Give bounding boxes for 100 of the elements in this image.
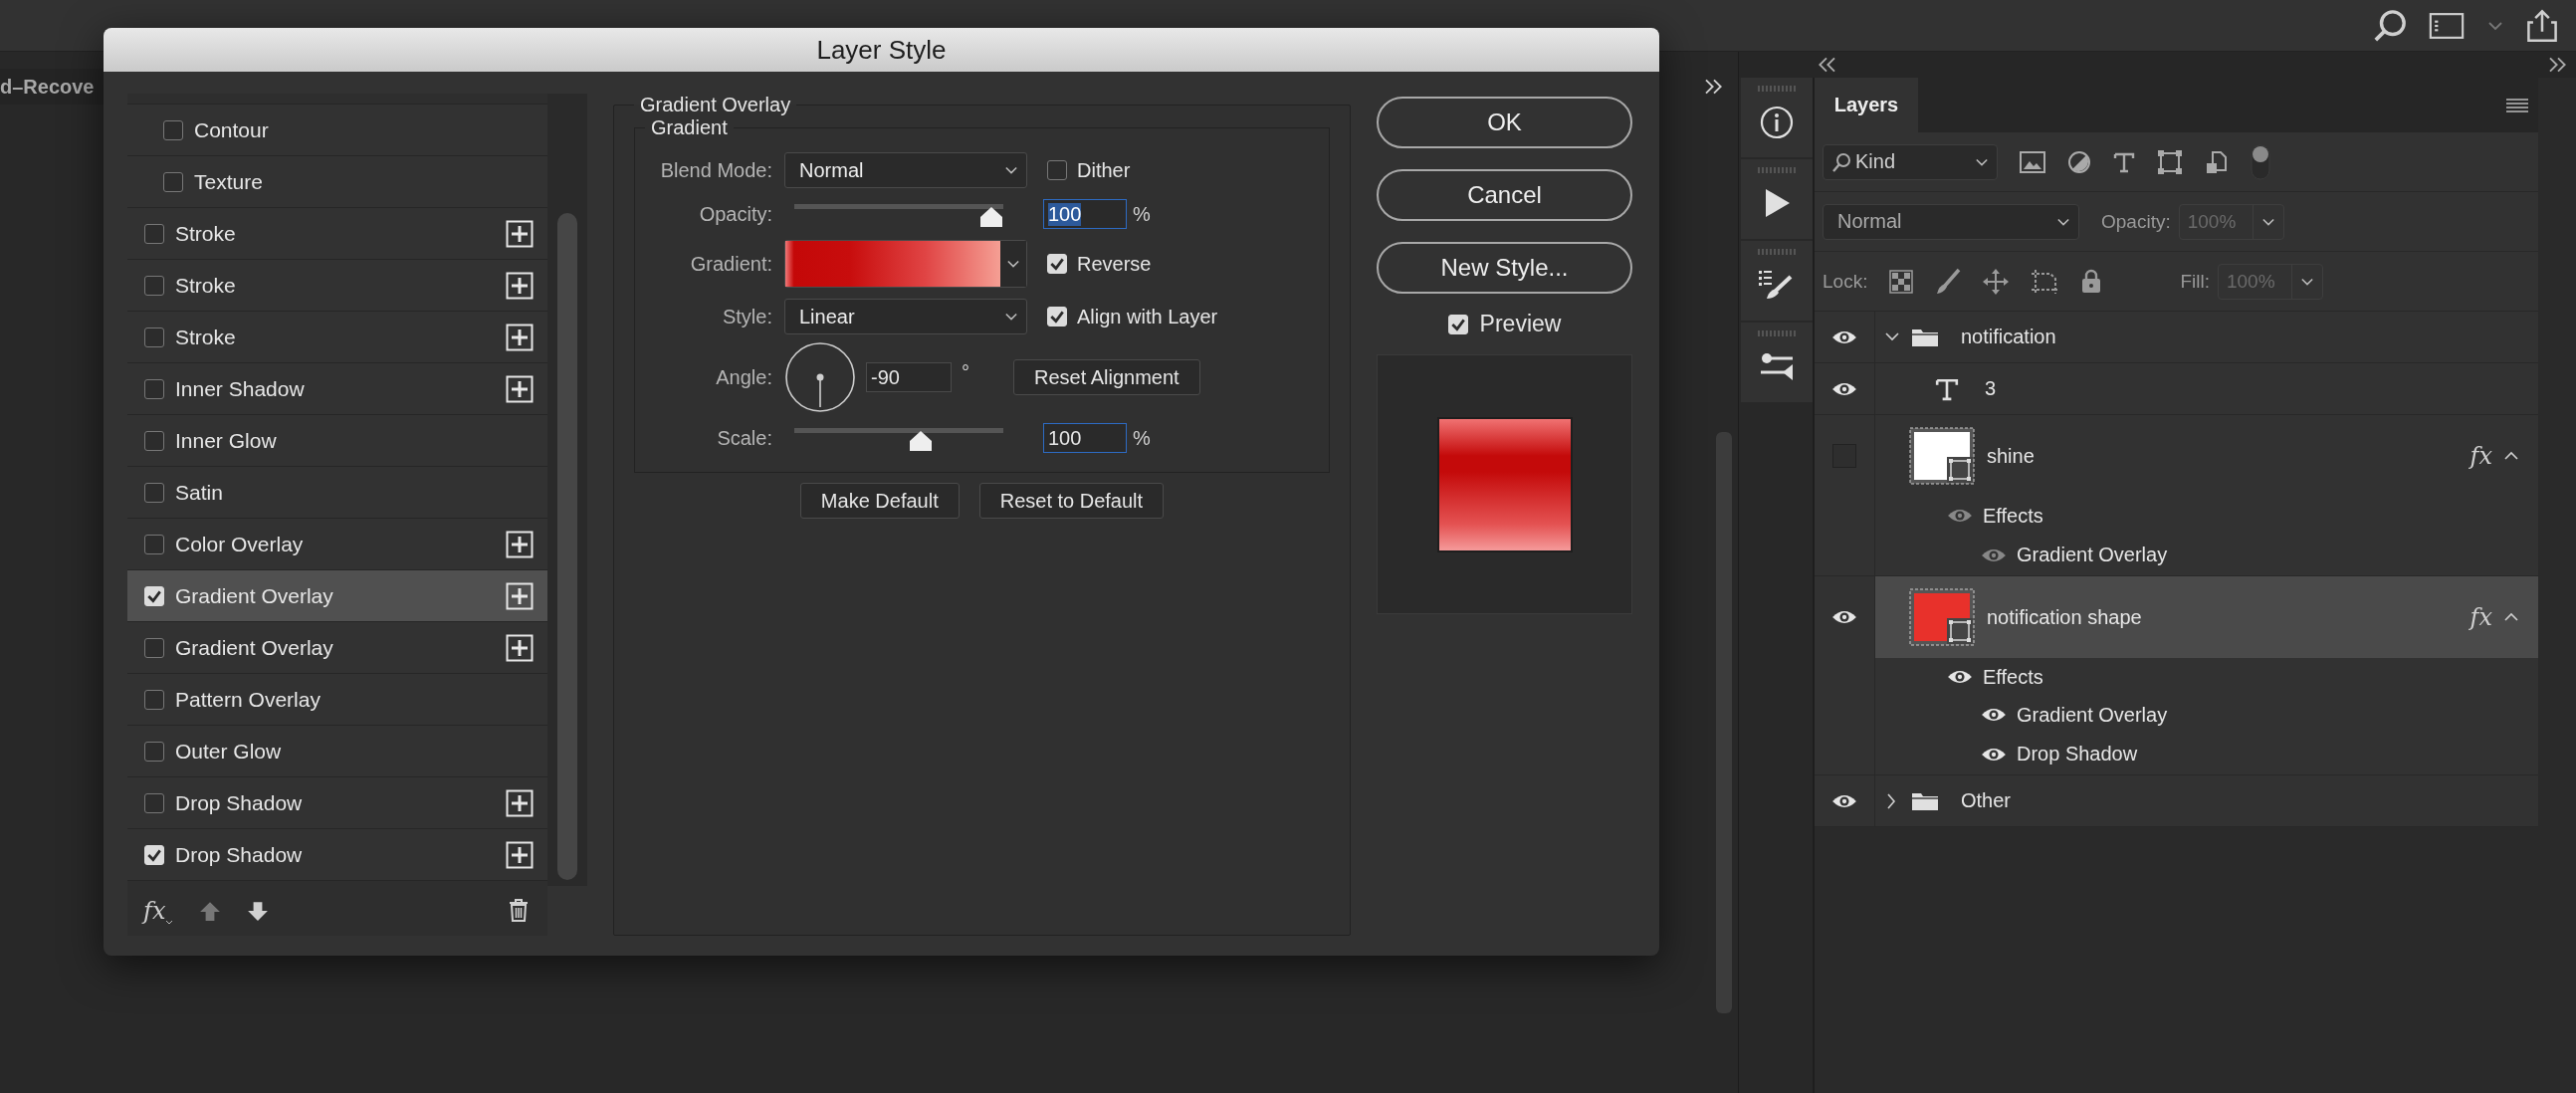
checkbox[interactable]	[144, 792, 164, 813]
style-item[interactable]: Inner Glow	[127, 415, 547, 467]
expand-icon[interactable]	[2548, 57, 2568, 73]
field-label: Angle:	[715, 365, 772, 389]
style-item[interactable]: Gradient Overlay	[127, 570, 547, 622]
style-item[interactable]: Texture	[127, 156, 547, 208]
checkbox[interactable]	[144, 223, 164, 244]
checkbox[interactable]	[144, 482, 164, 503]
search-icon[interactable]	[2373, 8, 2407, 43]
angle-dial[interactable]	[784, 341, 856, 413]
checkbox[interactable]	[163, 171, 183, 192]
add-icon[interactable]	[506, 633, 534, 662]
collapse-effects-icon[interactable]	[2504, 450, 2518, 462]
style-item[interactable]: Contour	[127, 105, 547, 156]
add-icon[interactable]	[506, 788, 534, 817]
blend-mode-dropdown[interactable]: Normal	[784, 152, 1027, 188]
style-dropdown[interactable]: Linear	[784, 299, 1027, 334]
smart-object-filter-icon[interactable]	[2205, 149, 2229, 174]
eye-icon[interactable]	[1831, 608, 1857, 626]
toggle-switch[interactable]	[2251, 143, 2270, 180]
style-label: Inner Shadow	[175, 376, 305, 401]
gradient-swatch[interactable]	[785, 241, 1000, 287]
checkbox[interactable]	[144, 689, 164, 710]
grip-handle[interactable]	[1758, 167, 1796, 173]
add-icon[interactable]	[506, 374, 534, 403]
checkbox[interactable]	[144, 275, 164, 296]
reset-alignment-button[interactable]: Reset Alignment	[1013, 359, 1200, 395]
checkerboard-icon[interactable]	[1889, 269, 1914, 294]
image-filter-icon[interactable]	[2020, 150, 2045, 173]
caret-icon[interactable]	[165, 919, 174, 925]
layer-thumbnail	[1909, 427, 1975, 485]
style-item[interactable]: Drop Shadow	[127, 829, 547, 881]
brush-icon[interactable]	[1935, 267, 1962, 296]
add-icon[interactable]	[506, 581, 534, 610]
eye-icon[interactable]	[1947, 668, 1973, 686]
move-up-icon[interactable]	[199, 900, 222, 922]
slider-thumb[interactable]	[909, 430, 934, 452]
trash-icon[interactable]	[508, 898, 530, 924]
style-item[interactable]: Color Overlay	[127, 519, 547, 570]
style-item[interactable]: Outer Glow	[127, 726, 547, 777]
grip-handle[interactable]	[1758, 330, 1796, 336]
artboard-icon[interactable]	[2031, 268, 2059, 295]
grip-handle[interactable]	[1758, 249, 1796, 255]
info-icon[interactable]	[1760, 106, 1794, 139]
eye-icon[interactable]	[1981, 706, 2007, 724]
share-icon[interactable]	[2526, 8, 2558, 43]
effects-menu-button[interactable]: fx	[143, 897, 174, 925]
collapse-effects-icon[interactable]	[2504, 611, 2518, 623]
checkbox[interactable]	[144, 741, 164, 762]
blend-mode-dropdown[interactable]: Normal	[1823, 203, 2079, 240]
collapse-icon[interactable]	[1817, 57, 1836, 73]
panel-tab[interactable]: Layers	[1815, 78, 1918, 132]
checkbox[interactable]	[144, 430, 164, 451]
style-item[interactable]: Pattern Overlay	[127, 674, 547, 726]
menu-icon[interactable]	[2506, 97, 2528, 113]
filter-dropdown[interactable]: Kind	[1823, 143, 1998, 180]
add-icon[interactable]	[506, 840, 534, 869]
checkbox[interactable]	[144, 637, 164, 658]
sliders-icon[interactable]	[1759, 350, 1795, 382]
checkbox[interactable]	[144, 327, 164, 347]
move-icon[interactable]	[1983, 268, 2010, 295]
scrollbar-thumb[interactable]	[557, 213, 577, 880]
style-item[interactable]: Inner Shadow	[127, 363, 547, 415]
style-item[interactable]: Stroke	[127, 312, 547, 363]
style-label: Inner Glow	[175, 428, 277, 453]
checkbox[interactable]	[163, 119, 183, 140]
number-field[interactable]: 100	[1043, 199, 1127, 229]
style-item[interactable]: Satin	[127, 467, 547, 519]
adjustment-filter-icon[interactable]	[2067, 149, 2091, 174]
checkbox[interactable]	[1047, 160, 1067, 180]
lock-icon[interactable]	[2080, 268, 2103, 295]
style-item[interactable]: Drop Shadow	[127, 777, 547, 829]
checkbox[interactable]	[144, 378, 164, 399]
add-icon[interactable]	[506, 219, 534, 248]
default-button[interactable]: Reset to Default	[978, 483, 1165, 519]
type-filter-icon[interactable]	[2113, 150, 2135, 173]
dialog-button[interactable]: New Style...	[1377, 242, 1632, 294]
angle-field[interactable]: -90	[866, 362, 952, 392]
add-icon[interactable]	[506, 271, 534, 300]
style-item[interactable]: Stroke	[127, 260, 547, 312]
grip-handle[interactable]	[1758, 86, 1796, 92]
layer-name: 3	[1985, 377, 1997, 400]
gradient-picker[interactable]	[784, 240, 1027, 288]
dialog-button[interactable]: Cancel	[1377, 169, 1632, 221]
number-field[interactable]: 100	[1043, 423, 1127, 453]
style-item[interactable]: Gradient Overlay	[127, 622, 547, 674]
default-button[interactable]: Make Default	[799, 483, 960, 519]
slider-thumb[interactable]	[979, 206, 1003, 228]
style-item[interactable]: Stroke	[127, 208, 547, 260]
add-icon[interactable]	[506, 530, 534, 558]
document-tab[interactable]: d–Recove	[0, 69, 105, 105]
panel-layout-icon[interactable]	[2429, 11, 2465, 40]
checkbox[interactable]	[144, 534, 164, 554]
unit-label: %	[1133, 426, 1151, 450]
move-down-icon[interactable]	[247, 900, 270, 922]
shape-filter-icon[interactable]	[2157, 148, 2183, 175]
layer-row[interactable]: notification shape fx	[1875, 576, 2538, 658]
dialog-button[interactable]: OK	[1377, 97, 1632, 148]
expand-panels-icon[interactable]	[1704, 79, 1724, 95]
add-icon[interactable]	[506, 323, 534, 351]
